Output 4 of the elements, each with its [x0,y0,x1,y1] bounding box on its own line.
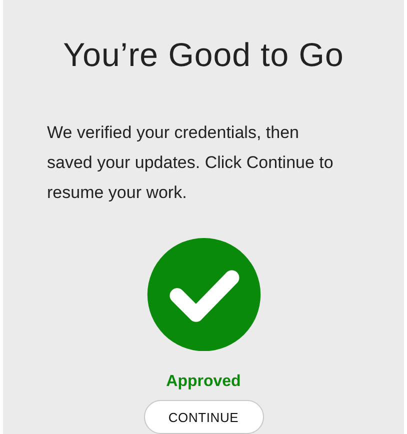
status-label: Approved [166,373,241,392]
continue-button[interactable]: CONTINUE [144,400,264,434]
message-text: We verified your credentials, then saved your updates. Click Continue to resume your work. [46,122,334,204]
dialog-title: You’re Good to Go [63,36,344,74]
